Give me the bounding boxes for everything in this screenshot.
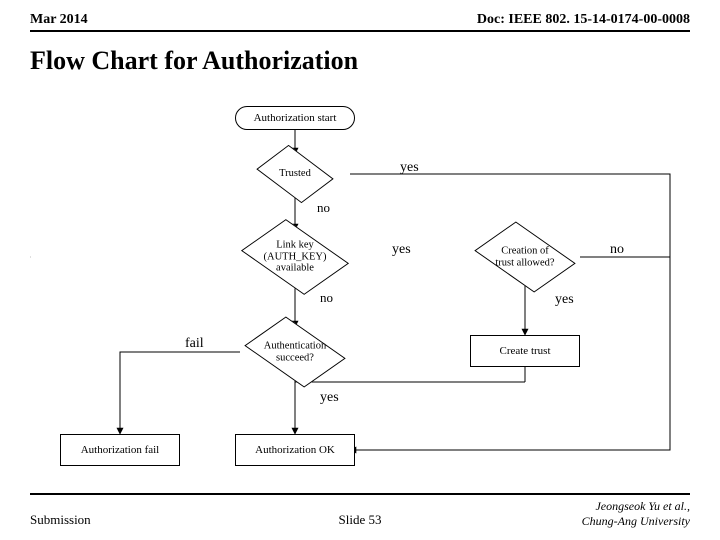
footer-author: Jeongseok Yu et al., <box>595 499 690 513</box>
node-auth-start: Authorization start <box>235 106 355 130</box>
edge-auth-fail: fail <box>185 336 204 352</box>
header-doc: Doc: IEEE 802. 15-14-0174-00-0008 <box>477 12 690 28</box>
node-link-key-label: Link key(AUTH_KEY)available <box>250 240 340 275</box>
node-create-trust: Create trust <box>470 335 580 367</box>
edge-creation-no: no <box>610 242 624 258</box>
edge-trusted-no: no <box>317 200 330 216</box>
footer-affiliation: Chung-Ang University <box>582 514 690 528</box>
edge-trusted-yes: yes <box>400 160 419 176</box>
slide-header: Mar 2014 Doc: IEEE 802. 15-14-0174-00-00… <box>30 12 690 32</box>
flowchart: Authorization start Trusted yes no Link … <box>30 82 690 482</box>
flowchart-connectors <box>30 82 690 482</box>
footer-right: Jeongseok Yu et al., Chung-Ang Universit… <box>582 499 690 528</box>
edge-creation-yes: yes <box>555 292 574 308</box>
slide-footer: Submission Slide 53 Jeongseok Yu et al.,… <box>30 493 690 528</box>
node-auth-succeed-label: Authenticationsucceed? <box>247 340 343 363</box>
node-trusted-label: Trusted <box>279 168 311 180</box>
edge-linkkey-yes: yes <box>392 242 411 258</box>
node-auth-ok: Authorization OK <box>235 434 355 466</box>
header-date: Mar 2014 <box>30 12 88 28</box>
footer-left: Submission <box>30 512 91 528</box>
slide-title: Flow Chart for Authorization <box>30 46 690 76</box>
edge-linkkey-no: no <box>320 290 333 306</box>
node-creation-trust-label: Creation oftrust allowed? <box>480 245 570 268</box>
node-auth-fail: Authorization fail <box>60 434 180 466</box>
edge-auth-yes: yes <box>320 390 339 406</box>
